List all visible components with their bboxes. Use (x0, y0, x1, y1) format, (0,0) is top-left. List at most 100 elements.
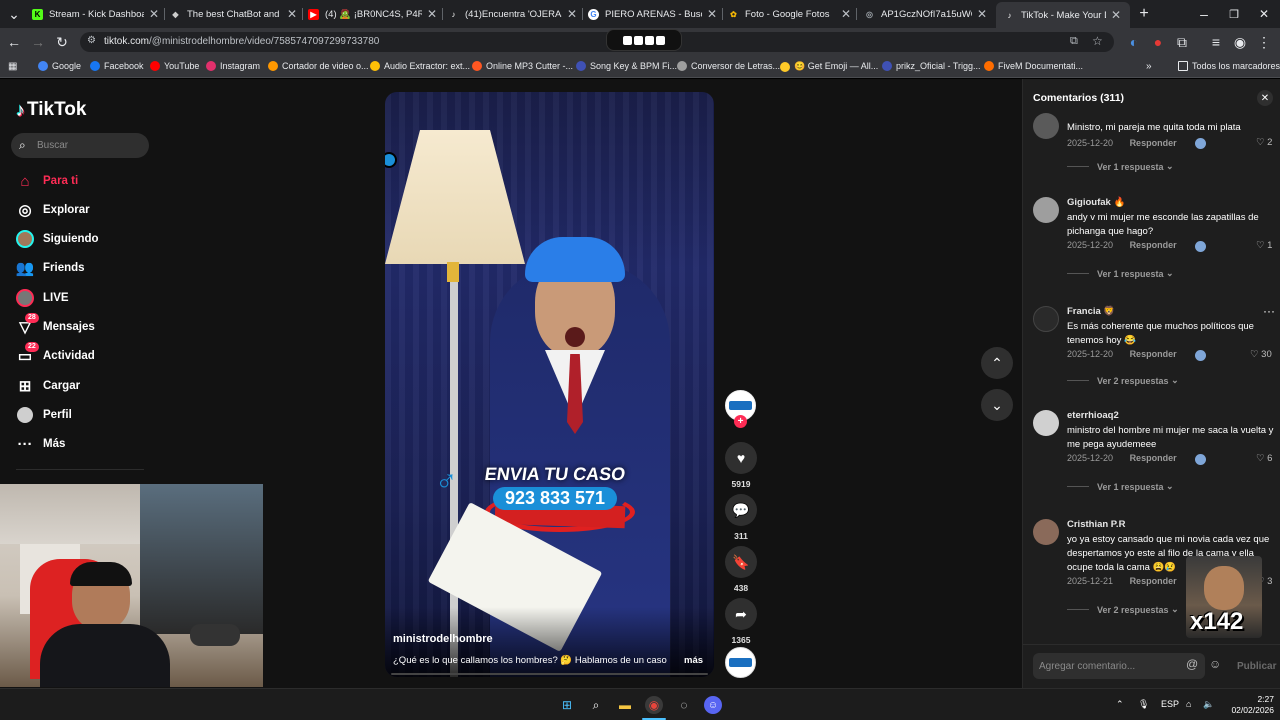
bookmark-item[interactable]: Google (38, 61, 81, 71)
close-window-icon[interactable]: ✕ (1256, 6, 1272, 22)
sidebar-item-siguiendo[interactable]: Siguiendo (16, 228, 99, 250)
omnibox[interactable]: ⚙ tiktok.com/@ministrodelhombre/video/75… (80, 29, 1114, 52)
browser-tab[interactable]: G PIERO ARENAS - Buscar c ✕ (588, 4, 718, 24)
reply-button[interactable]: Responder (1130, 138, 1177, 148)
sidebar-item-mas[interactable]: ··· Más (16, 433, 66, 455)
system-clock[interactable]: 2:27 02/02/2026 (1226, 694, 1274, 716)
sidebar-item-para-ti[interactable]: ⌂ Para ti (16, 170, 78, 192)
tab-close-icon[interactable]: ✕ (1110, 8, 1122, 22)
view-replies-button[interactable]: Ver 2 respuestas ⌄ (1067, 604, 1179, 615)
tab-close-icon[interactable]: ✕ (976, 7, 988, 21)
site-info-icon[interactable]: ⚙ (87, 35, 96, 46)
sidebar-item-cargar[interactable]: ⊞ Cargar (16, 375, 80, 397)
bookmark-star-icon[interactable]: ☆ (1092, 34, 1103, 48)
tab-close-icon[interactable]: ✕ (426, 7, 438, 21)
tray-overflow-icon[interactable]: ⌃ (1116, 699, 1124, 710)
search-input[interactable]: ⌕ Buscar (11, 133, 149, 158)
browser-tab[interactable]: ◆ The best ChatBot and Wi ✕ (170, 4, 298, 24)
close-comments-button[interactable]: ✕ (1257, 90, 1273, 106)
comment-more-options-icon[interactable]: ··· (1263, 304, 1275, 318)
input-language[interactable]: ESP (1161, 699, 1179, 709)
discord-icon[interactable]: ☺ (704, 696, 722, 714)
video-author[interactable]: ministrodelhombre (393, 633, 493, 645)
microphone-icon[interactable]: 🎙 (1138, 699, 1149, 710)
comment-like-button[interactable]: ♡ 30 (1250, 349, 1272, 360)
extension-icon[interactable]: ◐ (1126, 34, 1142, 50)
new-tab-icon[interactable]: + (1136, 5, 1152, 22)
sidebar-item-explorar[interactable]: ◎ Explorar (16, 199, 89, 221)
volume-icon[interactable]: 🔈 (1203, 699, 1214, 710)
obs-icon[interactable]: ◌ (675, 696, 693, 714)
browser-tab[interactable]: ♪ (41)Encuentra 'OJERAS AI ✕ (448, 4, 578, 24)
tiktok-logo[interactable]: ♪ TikTok (16, 99, 86, 121)
sidebar-item-actividad[interactable]: ▭ 22 Actividad (16, 342, 95, 367)
browser-tab[interactable]: ◎ AP1GczNOfI7a15uWQIr7 ✕ (864, 4, 988, 24)
extension-icon[interactable]: ● (1150, 34, 1166, 50)
bookmark-item[interactable]: 😊 Get Emoji — All... (780, 61, 878, 72)
comment-username[interactable]: Cristhian P.R (1067, 519, 1125, 530)
search-icon[interactable]: ⌕ (587, 696, 605, 714)
url-text[interactable]: tiktok.com/@ministrodelhombre/video/7585… (104, 36, 379, 47)
sidebar-item-perfil[interactable]: Perfil (16, 404, 72, 426)
save-button[interactable]: 🔖 438 (722, 546, 760, 593)
comment-username[interactable]: Gigioufak 🔥 (1067, 197, 1125, 208)
chrome-icon[interactable]: ◉ (645, 696, 663, 714)
tab-close-icon[interactable]: ✕ (566, 7, 578, 21)
minimize-icon[interactable]: – (1196, 6, 1212, 22)
comment-like-button[interactable]: ♡ 2 (1256, 137, 1272, 148)
bookmark-item[interactable]: Facebook (90, 61, 144, 71)
comment-username[interactable]: Francia 🦁 (1067, 306, 1115, 317)
previous-video-button[interactable]: ⌃ (981, 347, 1013, 379)
video-progress-bar[interactable] (391, 673, 708, 675)
reload-icon[interactable]: ↻ (54, 34, 70, 50)
bookmark-item[interactable]: FiveM Documentati... (984, 61, 1083, 71)
reply-button[interactable]: Responder (1130, 453, 1177, 463)
restore-icon[interactable]: ❐ (1226, 6, 1242, 22)
all-bookmarks-button[interactable]: Todos los marcadores (1178, 61, 1280, 71)
tab-search-icon[interactable]: ⌄ (6, 6, 22, 22)
apps-grid-icon[interactable]: ▦ (8, 61, 17, 72)
view-replies-button[interactable]: Ver 1 respuesta ⌄ (1067, 268, 1174, 279)
emoji-picker-icon[interactable]: ☺ (1209, 657, 1221, 671)
tab-close-icon[interactable]: ✕ (840, 7, 852, 21)
reply-button[interactable]: Responder (1130, 240, 1177, 250)
bookmark-item[interactable]: Audio Extractor: ext... (370, 61, 470, 71)
comment-like-button[interactable]: ♡ 6 (1256, 453, 1272, 464)
commenter-avatar[interactable] (1033, 519, 1059, 545)
browser-tab-active[interactable]: ♪ TikTok - Make Your Day ✕ (996, 2, 1130, 28)
tab-close-icon[interactable]: ✕ (706, 7, 718, 21)
bookmark-item[interactable]: Online MP3 Cutter -... (472, 61, 573, 71)
sidebar-item-friends[interactable]: 👥 Friends (16, 257, 85, 279)
sidebar-item-mensajes[interactable]: ▽ 28 Mensajes (16, 313, 95, 338)
bookmark-item[interactable]: YouTube (150, 61, 199, 71)
file-explorer-icon[interactable]: ▬ (616, 696, 634, 714)
comment-button[interactable]: 💬 311 (722, 494, 760, 541)
reply-button[interactable]: Responder (1130, 576, 1177, 586)
mention-icon[interactable]: @ (1186, 657, 1198, 671)
bookmark-item[interactable]: Cortador de video o... (268, 61, 369, 71)
windows-start-icon[interactable]: ⊞ (558, 696, 576, 714)
video-player[interactable]: ♂ ENVIA TU CASO 923 833 571 ministrodelh… (385, 92, 714, 677)
comment-input[interactable]: Agregar comentario... (1033, 653, 1205, 679)
profile-avatar-icon[interactable]: ◉ (1232, 34, 1248, 50)
chrome-menu-icon[interactable]: ⋮ (1256, 34, 1272, 50)
browser-tab[interactable]: ✿ Foto - Google Fotos ✕ (728, 4, 852, 24)
caption-more-link[interactable]: más (684, 655, 703, 666)
commenter-avatar[interactable] (1033, 113, 1059, 139)
install-app-icon[interactable]: ⧉ (1070, 35, 1078, 48)
bookmark-item[interactable]: Song Key & BPM Fi... (576, 61, 677, 71)
music-disc-icon[interactable] (725, 647, 756, 678)
more-bookmarks-icon[interactable]: » (1146, 61, 1152, 72)
like-button[interactable]: ♥ 5919 (722, 442, 760, 489)
browser-tab[interactable]: ▶ (4) 🧟 ¡BR0NC4S, P4R ✕ (308, 4, 438, 24)
follow-plus-button[interactable]: + (734, 415, 747, 428)
network-icon[interactable]: ⌂ (1186, 699, 1191, 709)
media-control-icon[interactable]: ≡ (1208, 34, 1224, 50)
view-replies-button[interactable]: Ver 1 respuesta ⌄ (1067, 161, 1174, 172)
comment-like-button[interactable]: ♡ 1 (1256, 240, 1272, 251)
tab-close-icon[interactable]: ✕ (148, 7, 160, 21)
view-replies-button[interactable]: Ver 1 respuesta ⌄ (1067, 481, 1174, 492)
view-replies-button[interactable]: Ver 2 respuestas ⌄ (1067, 375, 1179, 386)
reply-button[interactable]: Responder (1130, 349, 1177, 359)
tab-close-icon[interactable]: ✕ (286, 7, 298, 21)
